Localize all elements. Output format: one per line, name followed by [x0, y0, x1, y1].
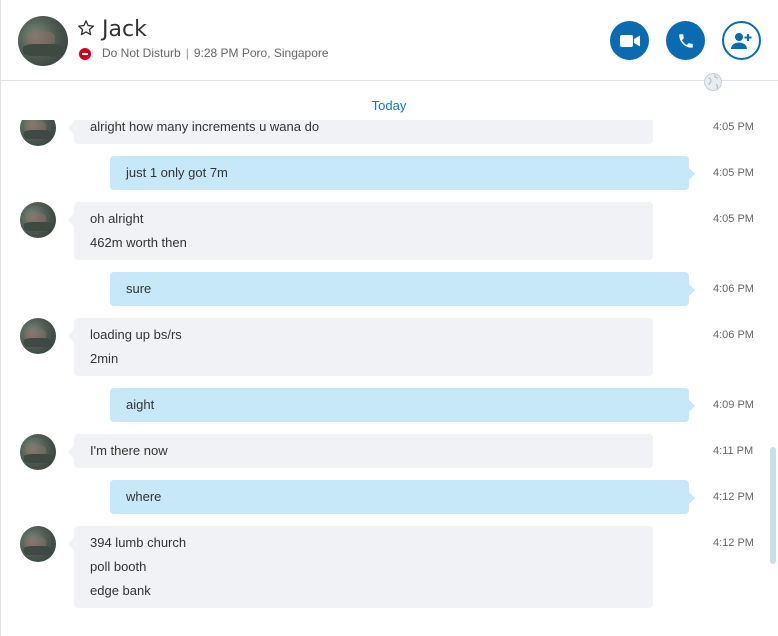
- incoming-message[interactable]: I'm there now: [68, 434, 653, 468]
- sender-avatar[interactable]: [20, 120, 56, 146]
- contact-name[interactable]: Jack: [102, 17, 147, 42]
- status-separator: |: [185, 46, 189, 60]
- globe-icon: [704, 73, 722, 91]
- sender-avatar[interactable]: [20, 526, 56, 562]
- message-timestamp: 4:06 PM: [713, 329, 754, 341]
- scrollbar-thumb[interactable]: [770, 447, 776, 564]
- incoming-message[interactable]: oh alright 462m worth then: [68, 202, 653, 260]
- outgoing-message[interactable]: aight: [110, 388, 695, 422]
- outgoing-message[interactable]: sure: [110, 272, 695, 306]
- outgoing-message[interactable]: where: [110, 480, 695, 514]
- message-text: alright how many increments u wana do: [90, 120, 320, 134]
- message-timestamp: 4:05 PM: [713, 167, 754, 179]
- message-text: aight: [126, 397, 155, 412]
- message-text: 462m worth then: [90, 235, 187, 250]
- conversation-header: Jack Do Not Disturb | 9:28 PM Poro, Singap…: [0, 0, 778, 81]
- message-text: just 1 only got 7m: [126, 165, 228, 180]
- message-timestamp: 4:12 PM: [713, 537, 754, 549]
- star-outline-icon[interactable]: [77, 19, 95, 37]
- contact-local-time: 9:28 PM Poro, Singapore: [193, 46, 329, 60]
- contact-avatar[interactable]: [18, 16, 68, 66]
- message-list[interactable]: alright how many increments u wana do 4:0…: [0, 120, 778, 616]
- message-timestamp: 4:05 PM: [713, 213, 754, 225]
- message-timestamp: 4:09 PM: [713, 399, 754, 411]
- sender-avatar[interactable]: [20, 434, 56, 470]
- video-call-button[interactable]: [610, 21, 649, 60]
- contact-status-line: Do Not Disturb | 9:28 PM Poro, Singapore: [102, 46, 329, 60]
- message-text: 2min: [90, 351, 119, 366]
- incoming-message[interactable]: alright how many increments u wana do: [68, 120, 653, 144]
- message-text: oh alright: [90, 211, 144, 226]
- message-timestamp: 4:05 PM: [713, 121, 754, 133]
- message-text: I'm there now: [90, 443, 168, 458]
- presence-status: Do Not Disturb: [102, 46, 181, 60]
- message-text: loading up bs/rs: [90, 327, 182, 342]
- message-timestamp: 4:06 PM: [713, 283, 754, 295]
- video-camera-icon: [619, 34, 640, 47]
- message-text: 394 lumb church: [90, 535, 187, 550]
- sender-avatar[interactable]: [20, 318, 56, 354]
- message-timestamp: 4:12 PM: [713, 491, 754, 503]
- message-text: poll booth: [90, 559, 147, 574]
- add-people-button[interactable]: [722, 21, 761, 60]
- incoming-message[interactable]: 394 lumb church poll booth edge bank: [68, 526, 653, 608]
- do-not-disturb-icon: [79, 48, 91, 60]
- message-text: edge bank: [90, 583, 151, 598]
- date-separator: Today: [371, 98, 407, 113]
- audio-call-button[interactable]: [666, 21, 705, 60]
- phone-icon: [678, 33, 693, 48]
- incoming-message[interactable]: loading up bs/rs 2min: [68, 318, 653, 376]
- message-text: sure: [126, 281, 152, 296]
- outgoing-message[interactable]: just 1 only got 7m: [110, 156, 695, 190]
- add-person-icon: [730, 32, 751, 49]
- message-timestamp: 4:11 PM: [713, 445, 754, 457]
- sender-avatar[interactable]: [20, 202, 56, 238]
- message-text: where: [126, 489, 162, 504]
